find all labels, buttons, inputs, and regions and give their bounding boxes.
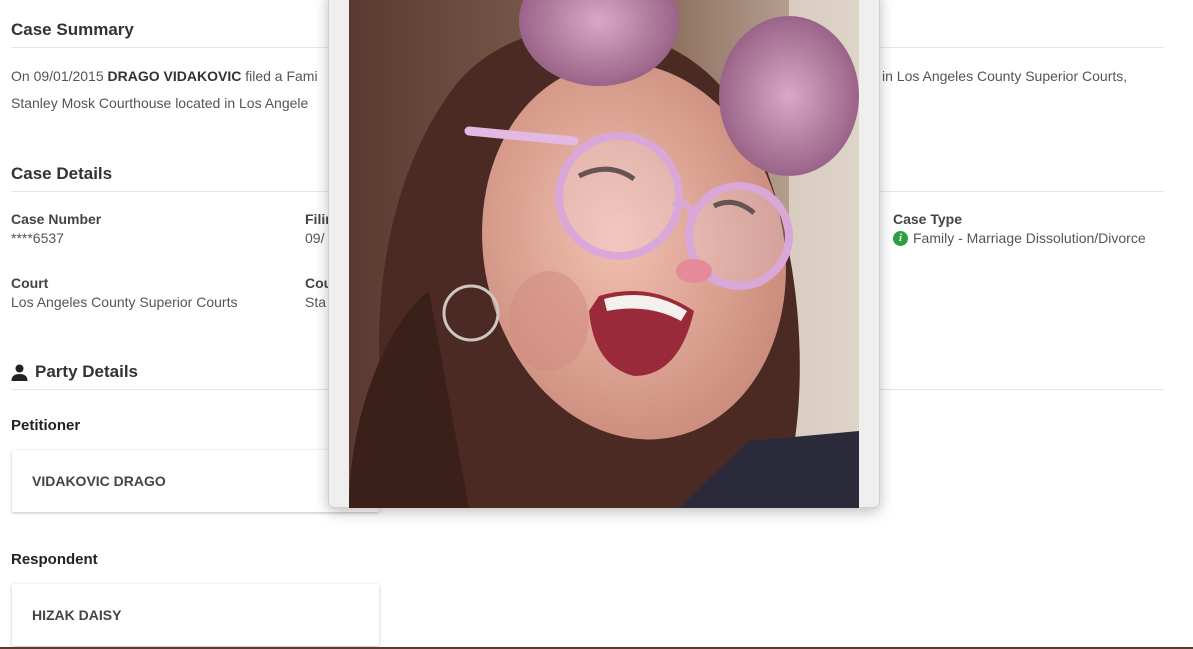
person-icon [11, 364, 28, 381]
case-type-label: Case Type [893, 211, 962, 227]
selfie-image [349, 0, 859, 508]
petitioner-name-inline: DRAGO VIDAKOVIC [107, 68, 242, 84]
case-type-field: Case Type i Family - Marriage Dissolutio… [893, 211, 1146, 246]
petitioner-card[interactable]: VIDAKOVIC DRAGO [12, 450, 379, 512]
case-number-label: Case Number [11, 211, 102, 227]
case-details-title: Case Details [11, 164, 113, 183]
case-number-value: ****6537 [11, 230, 64, 246]
respondent-label: Respondent [11, 551, 98, 568]
case-summary-text-right: in Los Angeles County Superior Courts, [882, 68, 1128, 84]
profile-photo[interactable] [349, 0, 859, 508]
respondent-card[interactable]: HIZAK DAISY [12, 584, 379, 646]
case-type-value: Family - Marriage Dissolution/Divorce [913, 230, 1146, 246]
court-label: Court [11, 275, 49, 291]
case-page: Case Summary On 09/01/2015 DRAGO VIDAKOV… [0, 0, 1193, 649]
party-details-title: Party Details [11, 362, 138, 382]
case-summary-title: Case Summary [11, 20, 134, 39]
court-field: Court Los Angeles County Superior Courts [11, 275, 237, 310]
petitioner-label: Petitioner [11, 417, 81, 434]
petitioner-name: VIDAKOVIC DRAGO [32, 473, 166, 489]
respondent-name: HIZAK DAISY [32, 607, 122, 623]
case-number-field: Case Number ****6537 [11, 211, 101, 246]
info-icon[interactable]: i [893, 230, 908, 246]
court-value: Los Angeles County Superior Courts [11, 294, 238, 310]
photo-modal[interactable] [328, 0, 880, 508]
